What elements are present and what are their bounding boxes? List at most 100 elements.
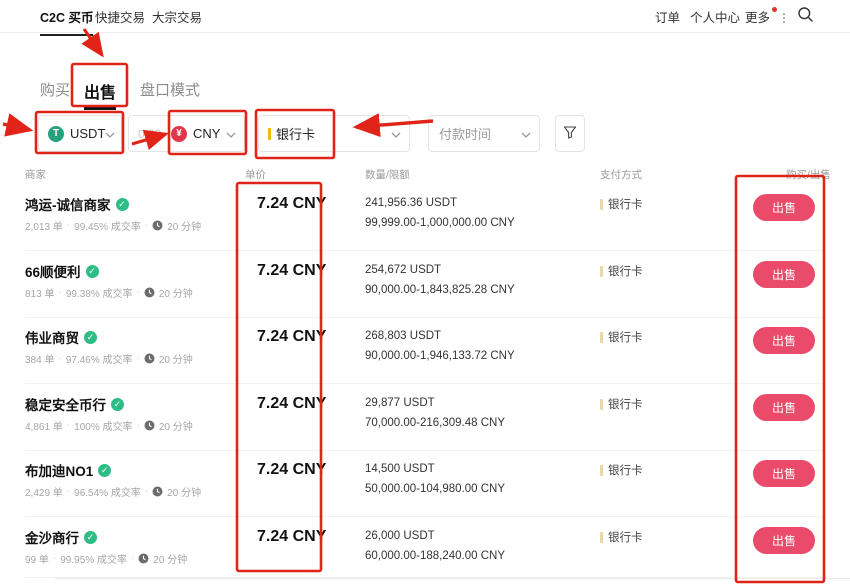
nav-profile[interactable]: 个人中心 (690, 7, 740, 26)
payment-color-bar (600, 199, 603, 210)
merchant-name: 布加迪NO1 (25, 460, 93, 480)
chevron-down-icon (226, 126, 236, 141)
payment-color-bar (600, 399, 603, 410)
clock-icon (144, 353, 155, 364)
merchant-name: 伟业商贸 (25, 327, 79, 347)
amount-input[interactable] (129, 127, 167, 141)
limit: 90,000.00-1,946,133.72 CNY (365, 346, 515, 366)
pay-time-select[interactable]: 付款时间 (428, 115, 540, 152)
sell-button[interactable]: 出售 (753, 261, 815, 288)
merchant-time: 20 分钟 (159, 285, 193, 300)
sell-button[interactable]: 出售 (753, 527, 815, 554)
payment-cell: 银行卡 (600, 462, 643, 478)
price: 7.24 CNY (257, 195, 326, 213)
nav-c2c-buy[interactable]: C2C 买币 (40, 7, 93, 26)
nav-orders[interactable]: 订单 (655, 7, 680, 26)
nav-quick-trade[interactable]: 快捷交易 (95, 7, 145, 26)
merchant-stats: 2,013 单 · 99.45% 成交率 · 20 分钟 (25, 218, 201, 233)
usdt-coin-icon: T (48, 126, 64, 142)
header-action: 购买/出售 (786, 167, 831, 182)
amount-limit: 29,877 USDT 70,000.00-216,309.48 CNY (365, 393, 505, 433)
chevron-down-icon (391, 126, 401, 141)
merchant-time: 20 分钟 (153, 551, 187, 566)
chevron-down-icon (521, 126, 531, 141)
table-row: 金沙商行 ✓ 99 单 · 99.95% 成交率 · 20 分钟 7.24 CN… (0, 518, 850, 578)
merchant-link[interactable]: 布加迪NO1 ✓ (25, 460, 111, 480)
table-row: 稳定安全币行 ✓ 4,861 单 · 100% 成交率 · 20 分钟 7.24… (0, 385, 850, 451)
nav-block-trade[interactable]: 大宗交易 (152, 7, 202, 26)
tab-sell[interactable]: 出售 (84, 79, 116, 103)
merchant-link[interactable]: 鸿运-诚信商家 ✓ (25, 194, 129, 214)
header-payment: 支付方式 (600, 167, 642, 182)
verified-badge-icon: ✓ (98, 464, 111, 477)
merchant-orders: 4,861 单 (25, 418, 63, 433)
merchant-time: 20 分钟 (159, 418, 193, 433)
merchant-orders: 813 单 (25, 285, 54, 300)
chevron-down-icon (105, 126, 115, 141)
merchant-rate: 97.46% 成交率 (66, 351, 133, 366)
tab-buy[interactable]: 购买 (40, 79, 70, 100)
merchant-link[interactable]: 66顺便利 ✓ (25, 261, 99, 281)
merchant-link[interactable]: 伟业商贸 ✓ (25, 327, 97, 347)
amount: 268,803 USDT (365, 326, 515, 346)
clock-icon (152, 486, 163, 497)
merchant-link[interactable]: 金沙商行 ✓ (25, 527, 97, 547)
cny-coin-icon: ¥ (171, 126, 187, 142)
sell-button[interactable]: 出售 (753, 460, 815, 487)
price: 7.24 CNY (257, 328, 326, 346)
merchant-time: 20 分钟 (159, 351, 193, 366)
tab-orderbook-mode[interactable]: 盘口模式 (140, 79, 200, 100)
payment-method: 银行卡 (608, 329, 643, 345)
payment-method: 银行卡 (608, 196, 643, 212)
fiat-select-value[interactable]: CNY (193, 126, 220, 141)
funnel-icon (563, 126, 577, 142)
merchant-link[interactable]: 稳定安全币行 ✓ (25, 394, 124, 414)
nav-more[interactable]: 更多⋮ (745, 7, 790, 26)
amount-limit: 241,956.36 USDT 99,999.00-1,000,000.00 C… (365, 193, 515, 233)
payment-cell: 银行卡 (600, 263, 643, 279)
price: 7.24 CNY (257, 528, 326, 546)
verified-badge-icon: ✓ (84, 331, 97, 344)
search-icon[interactable] (797, 6, 814, 28)
payment-cell: 银行卡 (600, 529, 643, 545)
crypto-select[interactable]: T USDT (38, 115, 122, 152)
filter-button[interactable] (555, 115, 585, 152)
merchant-stats: 4,861 单 · 100% 成交率 · 20 分钟 (25, 418, 193, 433)
kebab-icon: ⋮ (778, 11, 790, 25)
merchant-name: 金沙商行 (25, 527, 79, 547)
payment-color-bar (268, 128, 271, 140)
payment-method: 银行卡 (608, 396, 643, 412)
bottom-divider (55, 578, 850, 579)
header-price: 单价 (245, 167, 266, 182)
sell-button[interactable]: 出售 (753, 194, 815, 221)
table-row: 伟业商贸 ✓ 384 单 · 97.46% 成交率 · 20 分钟 7.24 C… (0, 318, 850, 384)
price: 7.24 CNY (257, 262, 326, 280)
clock-icon (144, 287, 155, 298)
payment-method-select[interactable]: 银行卡 (258, 115, 410, 152)
merchant-stats: 384 单 · 97.46% 成交率 · 20 分钟 (25, 351, 193, 366)
merchant-name: 鸿运-诚信商家 (25, 194, 111, 214)
table-row: 66顺便利 ✓ 813 单 · 99.38% 成交率 · 20 分钟 7.24 … (0, 252, 850, 318)
sell-button[interactable]: 出售 (753, 327, 815, 354)
table-row: 布加迪NO1 ✓ 2,429 单 · 96.54% 成交率 · 20 分钟 7.… (0, 451, 850, 517)
price: 7.24 CNY (257, 395, 326, 413)
limit: 90,000.00-1,843,825.28 CNY (365, 280, 515, 300)
amount: 254,672 USDT (365, 260, 515, 280)
c2c-trading-page: C2C 买币 快捷交易 大宗交易 订单 个人中心 更多⋮ 购买 出售 盘口模式 … (0, 0, 850, 584)
sell-button[interactable]: 出售 (753, 394, 815, 421)
payment-method: 银行卡 (608, 263, 643, 279)
merchant-stats: 99 单 · 99.95% 成交率 · 20 分钟 (25, 551, 187, 566)
merchant-time: 20 分钟 (167, 218, 201, 233)
active-tab-indicator (84, 107, 116, 110)
amount-limit: 254,672 USDT 90,000.00-1,843,825.28 CNY (365, 260, 515, 300)
verified-badge-icon: ✓ (84, 531, 97, 544)
payment-cell: 银行卡 (600, 196, 643, 212)
merchant-rate: 100% 成交率 (74, 418, 132, 433)
merchant-time: 20 分钟 (167, 484, 201, 499)
clock-icon (152, 220, 163, 231)
amount-limit: 26,000 USDT 60,000.00-188,240.00 CNY (365, 526, 505, 566)
payment-color-bar (600, 332, 603, 343)
crypto-select-value: USDT (70, 126, 105, 141)
amount: 29,877 USDT (365, 393, 505, 413)
merchant-orders: 99 单 (25, 551, 49, 566)
